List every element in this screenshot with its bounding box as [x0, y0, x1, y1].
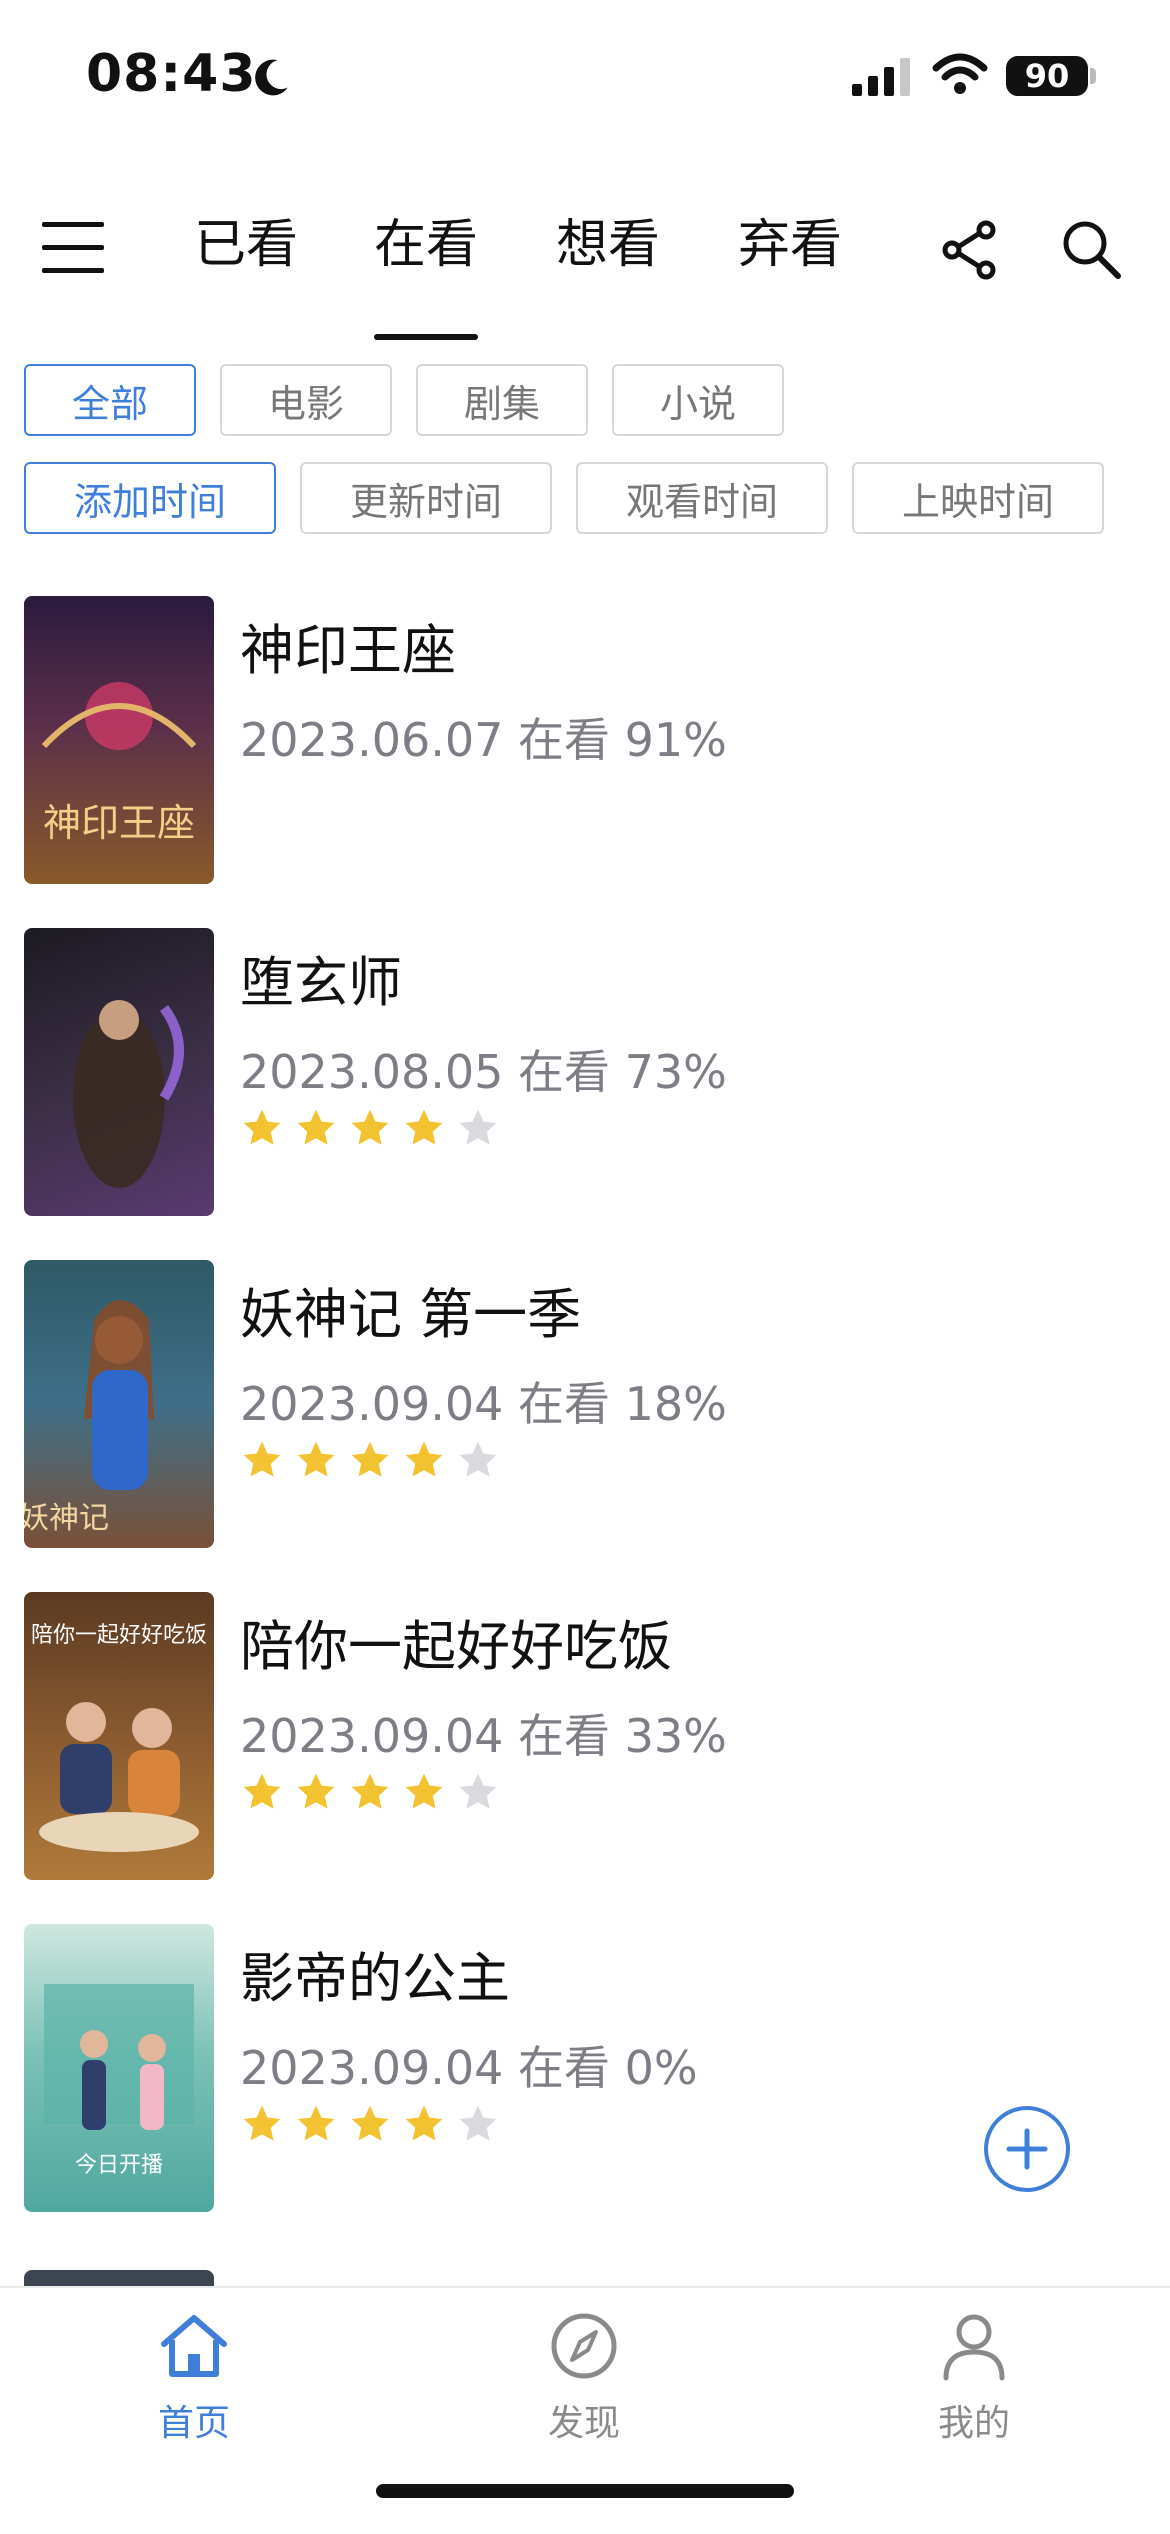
poster-image: 今日开播	[24, 1924, 214, 2212]
star-empty-icon	[459, 1441, 497, 1477]
home-indicator	[376, 2484, 794, 2498]
next-item-peek	[24, 2270, 214, 2286]
poster-image: 神印王座	[24, 596, 214, 884]
poster-image	[24, 928, 214, 1216]
sort-chip-release-time[interactable]: 上映时间	[852, 462, 1104, 534]
item-title: 妖神记 第一季	[240, 1283, 582, 1346]
sort-chip-updated-time[interactable]: 更新时间	[300, 462, 552, 534]
status-bar: 08:43 90	[0, 0, 1170, 150]
nav-profile[interactable]: 我的	[874, 2308, 1074, 2446]
star-icon	[351, 1773, 389, 1809]
item-meta: 2023.09.04 在看 18%	[240, 1377, 727, 1431]
battery-cap	[1090, 68, 1096, 84]
item-meta: 2023.09.04 在看 33%	[240, 1709, 727, 1763]
filter-chip-novels[interactable]: 小说	[612, 364, 784, 436]
rating-stars	[240, 1438, 500, 1482]
search-icon[interactable]	[1060, 218, 1122, 280]
star-empty-icon	[459, 1773, 497, 1809]
list-item[interactable]: 神印王座 神印王座 2023.06.07 在看 91%	[0, 596, 1170, 886]
add-button[interactable]	[984, 2106, 1070, 2192]
poster-lettering: 神印王座	[43, 801, 195, 845]
star-icon	[243, 1441, 281, 1477]
tab-watched[interactable]: 已看	[194, 210, 298, 280]
poster-lettering: 今日开播	[75, 2153, 163, 2178]
home-icon	[161, 2315, 227, 2377]
item-title: 影帝的公主	[240, 1947, 510, 2010]
plus-icon	[1006, 2128, 1048, 2170]
star-empty-icon	[459, 1109, 497, 1145]
star-icon	[351, 2105, 389, 2141]
top-navigation: 已看 在看 想看 弃看	[0, 190, 1170, 340]
item-title: 神印王座	[240, 619, 456, 682]
category-filter-bar: 全部 电影 剧集 小说	[24, 364, 784, 436]
poster-art: 妖神记	[24, 1300, 154, 1536]
tab-watching[interactable]: 在看	[374, 210, 479, 340]
compass-icon	[551, 2313, 617, 2379]
sort-chip-added-time[interactable]: 添加时间	[24, 462, 276, 534]
wifi-icon	[932, 53, 988, 94]
item-meta: 2023.06.07 在看 91%	[240, 713, 727, 767]
rating-stars	[240, 2102, 500, 2146]
poster-lettering: 妖神记	[24, 1501, 109, 1536]
nav-discover[interactable]: 发现	[484, 2308, 684, 2446]
menu-icon[interactable]	[40, 218, 106, 278]
star-empty-icon	[459, 2105, 497, 2141]
star-icon	[243, 1773, 281, 1809]
poster-image: 妖神记	[24, 1260, 214, 1548]
star-icon	[243, 2105, 281, 2141]
star-icon	[297, 1773, 335, 1809]
sort-filter-bar: 添加时间 更新时间 观看时间 上映时间	[24, 462, 1104, 534]
star-icon	[297, 1109, 335, 1145]
rating-stars	[240, 1106, 500, 1150]
poster-image: 陪你一起好好吃饭	[24, 1592, 214, 1880]
list-item[interactable]: 堕玄师 2023.08.05 在看 73%	[0, 928, 1170, 1218]
item-meta: 2023.08.05 在看 73%	[240, 1045, 727, 1099]
star-icon	[405, 1773, 443, 1809]
signal-icon	[852, 58, 910, 96]
item-meta: 2023.09.04 在看 0%	[240, 2041, 698, 2095]
star-icon	[243, 1109, 281, 1145]
nav-discover-label: 发现	[547, 2403, 620, 2444]
poster-art: 神印王座	[41, 682, 197, 845]
poster-art: 陪你一起好好吃饭	[31, 1623, 207, 1852]
star-icon	[297, 2105, 335, 2141]
filter-chip-movies[interactable]: 电影	[220, 364, 392, 436]
item-title: 堕玄师	[240, 951, 402, 1014]
profile-icon	[943, 2314, 1005, 2381]
nav-profile-label: 我的	[937, 2403, 1010, 2444]
nav-home-label: 首页	[157, 2403, 230, 2444]
tab-want-to-watch[interactable]: 想看	[556, 210, 660, 280]
star-icon	[405, 1441, 443, 1477]
nav-home[interactable]: 首页	[94, 2308, 294, 2446]
tab-dropped[interactable]: 弃看	[738, 210, 842, 280]
list-item[interactable]: 妖神记 妖神记 第一季 2023.09.04 在看 18%	[0, 1260, 1170, 1550]
star-icon	[351, 1441, 389, 1477]
star-icon	[351, 1109, 389, 1145]
rating-stars	[240, 1770, 500, 1814]
filter-chip-all[interactable]: 全部	[24, 364, 196, 436]
poster-art	[73, 1000, 184, 1188]
star-icon	[297, 1441, 335, 1477]
share-icon[interactable]	[940, 220, 1000, 280]
list-item[interactable]: 陪你一起好好吃饭 陪你一起好好吃饭 2023.09.04 在看 33%	[0, 1592, 1170, 1882]
item-title: 陪你一起好好吃饭	[240, 1615, 672, 1678]
filter-chip-series[interactable]: 剧集	[416, 364, 588, 436]
status-time: 08:43	[86, 44, 257, 104]
battery-level: 90	[1006, 56, 1088, 96]
star-icon	[405, 1109, 443, 1145]
star-icon	[405, 2105, 443, 2141]
moon-icon	[255, 59, 288, 96]
poster-lettering: 陪你一起好好吃饭	[31, 1623, 207, 1648]
sort-chip-watched-time[interactable]: 观看时间	[576, 462, 828, 534]
poster-art: 今日开播	[44, 1984, 194, 2178]
